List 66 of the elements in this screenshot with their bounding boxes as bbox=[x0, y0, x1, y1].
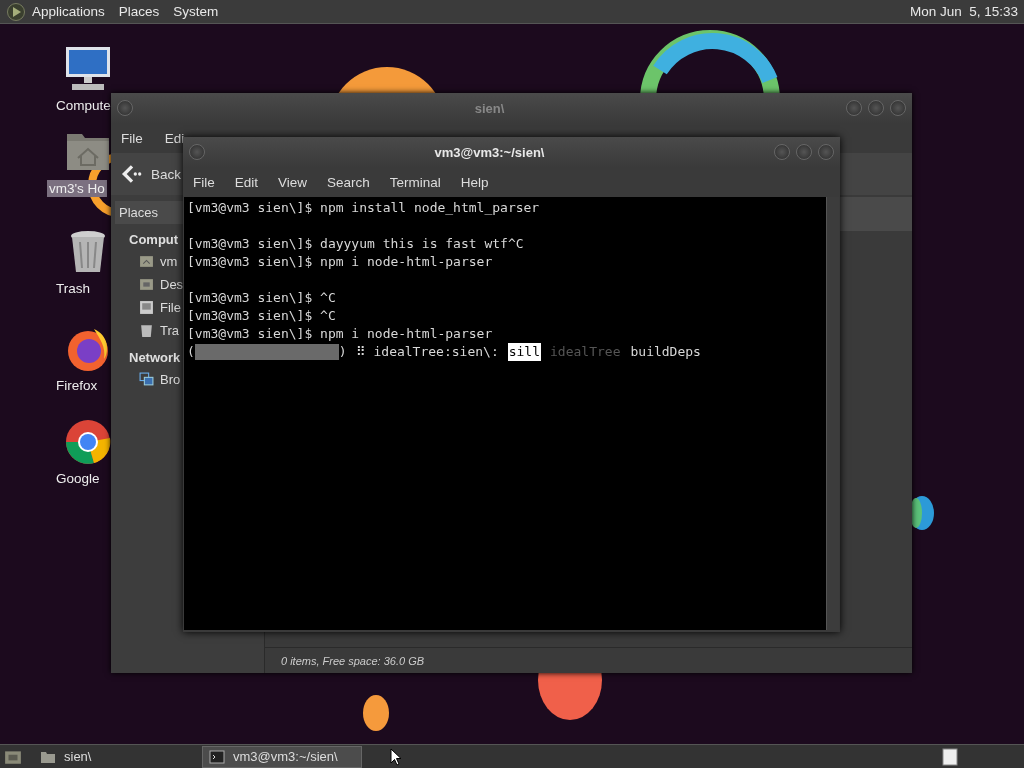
paren: ) bbox=[338, 343, 347, 361]
sidebar-item[interactable]: File bbox=[160, 300, 181, 315]
clock[interactable]: Mon Jun 5, 15:33 bbox=[909, 4, 1018, 19]
window-button[interactable] bbox=[846, 100, 862, 116]
mouse-cursor-icon bbox=[390, 747, 402, 766]
menu-item[interactable]: Edi bbox=[164, 130, 185, 146]
window-title: sien\ bbox=[473, 100, 506, 116]
trash-icon bbox=[139, 323, 154, 338]
terminal-text: buildDeps bbox=[629, 343, 702, 361]
back-button[interactable]: Back bbox=[151, 166, 181, 182]
window-button[interactable] bbox=[890, 100, 906, 116]
desktop-icon-label[interactable]: Firefox bbox=[54, 377, 100, 394]
window-button[interactable] bbox=[868, 100, 884, 116]
desktop-icon-label[interactable]: Compute bbox=[54, 97, 113, 114]
window-title: vm3@vm3:~/sien\ bbox=[433, 144, 546, 160]
panel-menu[interactable]: System bbox=[173, 4, 219, 19]
network-icon bbox=[139, 372, 154, 387]
menu-item[interactable]: File bbox=[121, 130, 143, 146]
taskbar-button[interactable]: sien\ bbox=[34, 745, 194, 768]
desktop-icon-label[interactable]: Google bbox=[54, 470, 102, 487]
menu-item[interactable]: Edit bbox=[234, 174, 259, 190]
terminal-line: [vm3@vm3 sien\]$ ^C bbox=[187, 289, 336, 307]
menu-item[interactable]: Help bbox=[460, 174, 489, 190]
desktop-icon-label[interactable]: vm3's Ho bbox=[47, 180, 107, 197]
home-folder-icon bbox=[139, 254, 154, 269]
terminal-line: [vm3@vm3 sien\]$ npm install node_html_parser bbox=[187, 199, 540, 217]
back-icon[interactable] bbox=[121, 163, 143, 185]
taskbar-button[interactable]: vm3@vm3:~/sien\ bbox=[202, 745, 362, 768]
terminal-line: [vm3@vm3 sien\]$ npm i node-html-parser bbox=[187, 253, 493, 271]
computer-icon[interactable] bbox=[64, 45, 112, 93]
window-menu-button[interactable] bbox=[189, 144, 205, 160]
menu-item[interactable]: View bbox=[278, 174, 308, 190]
desktop-icon-label[interactable]: Trash bbox=[54, 280, 92, 297]
paren: ( bbox=[187, 343, 195, 361]
status-text: 0 items, Free space: 36.0 GB bbox=[281, 654, 425, 667]
terminal-line: [vm3@vm3 sien\]$ dayyyum this is fast wtf^C bbox=[187, 235, 524, 253]
menu-item[interactable]: Terminal bbox=[389, 174, 441, 190]
menu-item[interactable]: Search bbox=[327, 174, 370, 190]
window-menu-button[interactable] bbox=[117, 100, 133, 116]
folder-icon bbox=[139, 277, 154, 292]
panel-menu[interactable]: Places bbox=[118, 4, 160, 19]
terminal-line: [vm3@vm3 sien\]$ ^C bbox=[187, 307, 336, 325]
panel-menu[interactable]: Applications bbox=[32, 4, 105, 19]
sidebar-item[interactable]: Des bbox=[160, 277, 184, 292]
terminal-text: idealTree bbox=[549, 343, 622, 361]
sidebar-item[interactable]: vm bbox=[160, 254, 178, 269]
scrollbar[interactable] bbox=[826, 197, 839, 630]
terminal-icon bbox=[209, 748, 225, 765]
ellipse-shape bbox=[910, 496, 934, 530]
terminal-line: [vm3@vm3 sien\]$ npm i node-html-parser bbox=[187, 325, 493, 343]
drive-icon bbox=[139, 300, 154, 315]
menu-item[interactable]: File bbox=[193, 174, 215, 190]
window-button[interactable] bbox=[818, 144, 834, 160]
logo-icon[interactable] bbox=[6, 1, 26, 22]
sidebar-heading: Network bbox=[129, 350, 181, 365]
sidebar-item[interactable]: Tra bbox=[160, 323, 180, 338]
ellipse-shape bbox=[363, 695, 389, 731]
sidebar-heading: Comput bbox=[129, 232, 179, 247]
terminal-text: ⠿ idealTree:sien\: bbox=[354, 343, 500, 361]
workspace-icon[interactable] bbox=[942, 747, 958, 766]
browser-icon[interactable] bbox=[64, 418, 112, 466]
window-button[interactable] bbox=[774, 144, 790, 160]
sidebar-item[interactable]: Bro bbox=[160, 372, 181, 387]
sidebar-header[interactable]: Places bbox=[115, 201, 183, 224]
window-button[interactable] bbox=[796, 144, 812, 160]
highlighted-text: sill bbox=[507, 343, 542, 361]
